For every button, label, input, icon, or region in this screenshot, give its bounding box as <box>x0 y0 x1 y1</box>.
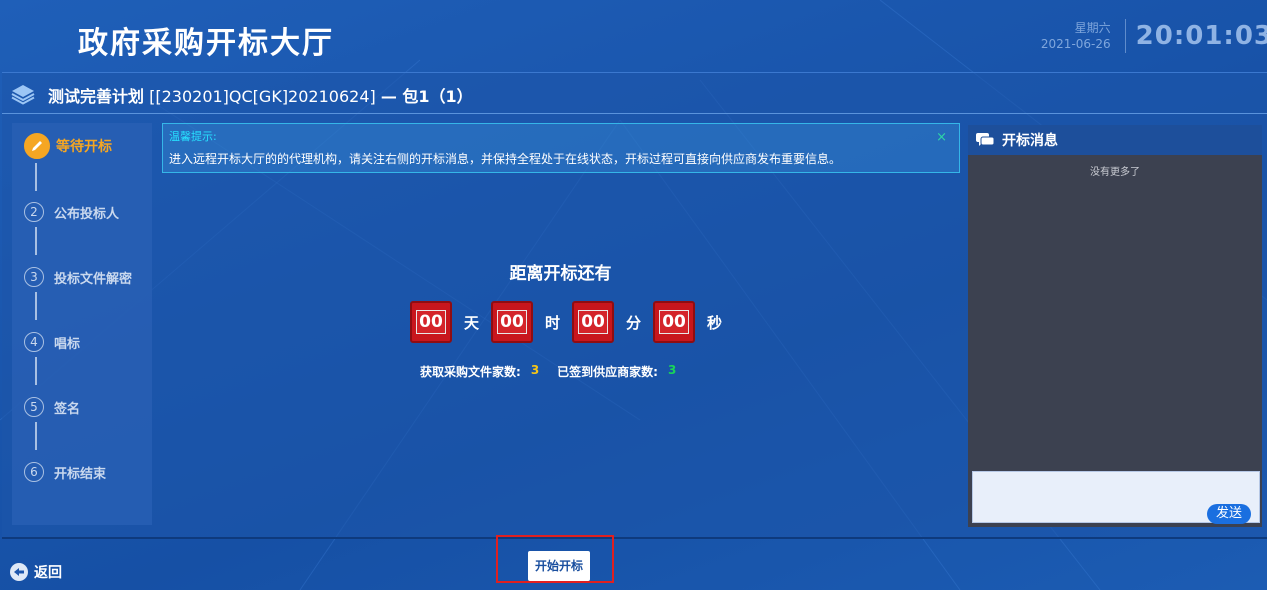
hours-unit: 时 <box>545 313 561 332</box>
step-announce-bidders: 2 公布投标人 <box>24 202 119 222</box>
signed-label: 已签到供应商家数: <box>557 365 658 379</box>
supplier-stats: 获取采购文件家数: 3 已签到供应商家数: 3 <box>420 363 676 380</box>
start-opening-button[interactable]: 开始开标 <box>528 551 590 581</box>
start-highlight: 开始开标 <box>496 535 614 583</box>
days-box: 00 <box>410 301 452 343</box>
clock: 星期六 2021-06-26 20:01:03 <box>1041 16 1267 56</box>
step-label: 等待开标 <box>56 139 112 155</box>
step-number: 6 <box>24 462 44 482</box>
seconds-value: 00 <box>659 310 689 334</box>
docs-value: 3 <box>530 363 540 377</box>
countdown-timer: 00 天 00 时 00 分 00 秒 <box>410 301 734 343</box>
minutes-value: 00 <box>578 310 608 334</box>
seconds-unit: 秒 <box>707 313 723 332</box>
step-connector <box>35 163 37 191</box>
back-icon <box>10 563 28 581</box>
back-button[interactable]: 返回 <box>10 562 62 582</box>
minutes-box: 00 <box>572 301 615 343</box>
progress-steps: 等待开标 2 公布投标人 3 投标文件解密 4 唱标 5 签名 6 开标结束 <box>12 123 152 525</box>
hours-value: 00 <box>497 310 527 334</box>
clock-divider <box>1124 19 1126 53</box>
step-label: 公布投标人 <box>54 206 120 222</box>
close-icon[interactable]: × <box>936 130 947 145</box>
time-label: 20:01:03 <box>1135 21 1267 51</box>
step-read-bids: 4 唱标 <box>24 332 80 352</box>
send-button[interactable]: 发送 <box>1207 504 1251 524</box>
step-number: 4 <box>24 332 44 352</box>
pencil-icon <box>24 133 50 159</box>
step-label: 签名 <box>54 401 81 417</box>
messages-title: 开标消息 <box>1002 133 1058 149</box>
main-panel: 测试完善计划 [[230201]QC[GK]20210624] — 包1（1） … <box>2 72 1267 539</box>
step-finish: 6 开标结束 <box>24 462 106 482</box>
countdown-title: 距离开标还有 <box>509 264 612 284</box>
project-package: — 包1（1） <box>380 87 473 106</box>
project-title: 测试完善计划 [[230201]QC[GK]20210624] — 包1（1） <box>48 83 473 107</box>
project-code: [[230201]QC[GK]20210624] <box>149 87 376 106</box>
seconds-box: 00 <box>653 301 696 343</box>
date-block: 星期六 2021-06-26 <box>1041 20 1111 52</box>
layers-icon <box>11 85 35 105</box>
step-connector <box>35 357 37 385</box>
step-label: 唱标 <box>54 336 81 352</box>
signed-value: 3 <box>667 363 677 377</box>
message-input[interactable]: 发送 <box>972 471 1260 524</box>
messages-header: 开标消息 <box>968 125 1262 155</box>
step-number: 5 <box>24 397 44 417</box>
project-header: 测试完善计划 [[230201]QC[GK]20210624] — 包1（1） <box>2 73 1267 114</box>
minutes-unit: 分 <box>626 313 642 332</box>
step-sign: 5 签名 <box>24 397 80 417</box>
date-label: 2021-06-26 <box>1040 37 1111 51</box>
tip-text: 进入远程开标大厅的的代理机构，请关注右侧的开标消息，并保持全程处于在线状态，开标… <box>169 152 842 166</box>
back-label: 返回 <box>34 565 62 581</box>
tip-banner: 温馨提示: 进入远程开标大厅的的代理机构，请关注右侧的开标消息，并保持全程处于在… <box>162 123 960 173</box>
step-label: 开标结束 <box>54 466 107 482</box>
step-number: 2 <box>24 202 44 222</box>
messages-empty-text: 没有更多了 <box>1090 167 1140 178</box>
hours-box: 00 <box>491 301 534 343</box>
tip-title: 温馨提示: <box>169 130 217 143</box>
page-header: 政府采购开标大厅 星期六 2021-06-26 20:01:03 <box>0 0 1267 72</box>
weekday-label: 星期六 <box>1074 21 1111 35</box>
days-value: 00 <box>416 310 446 334</box>
step-waiting: 等待开标 <box>24 133 112 159</box>
docs-label: 获取采购文件家数: <box>420 365 521 379</box>
step-connector <box>35 292 37 320</box>
app-title: 政府采购开标大厅 <box>78 26 334 61</box>
project-name: 测试完善计划 <box>48 87 145 106</box>
chat-icon <box>976 133 994 146</box>
messages-panel: 开标消息 没有更多了 发送 <box>968 125 1262 527</box>
step-connector <box>35 422 37 450</box>
step-connector <box>35 227 37 255</box>
days-unit: 天 <box>464 313 480 332</box>
